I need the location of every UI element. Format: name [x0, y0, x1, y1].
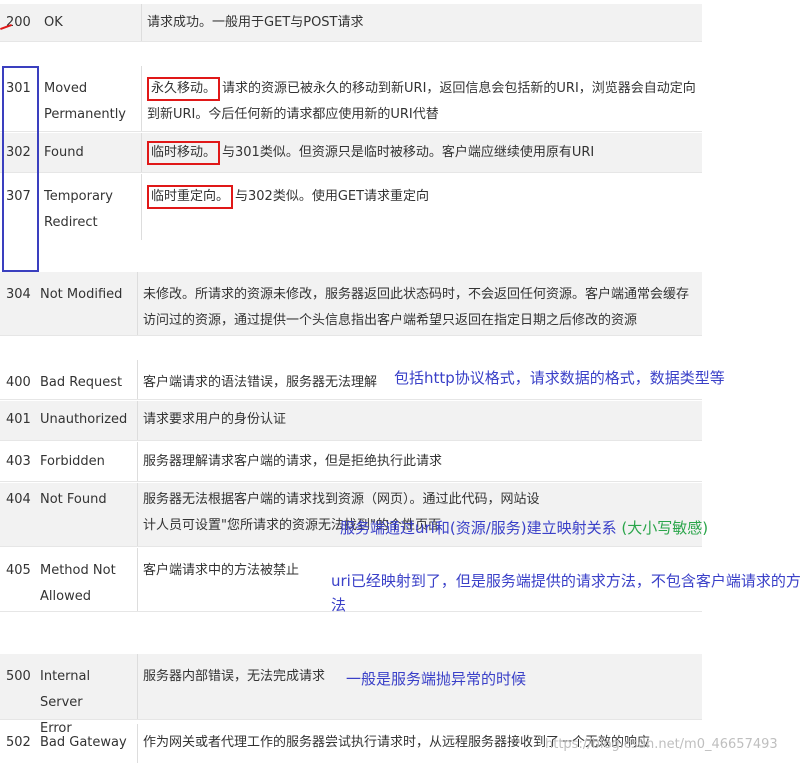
status-name: Not Modified [34, 272, 138, 335]
status-description: 临时重定向。 与302类似。使用GET请求重定向 [142, 174, 702, 240]
status-description: 请求要求用户的身份认证 [143, 412, 287, 427]
status-description: 永久移动。 请求的资源已被永久的移动到新URI，返回信息会包括新的URI，浏览器会… [142, 66, 702, 131]
highlight-box: 永久移动。 [147, 77, 221, 101]
status-code: 403 [6, 454, 31, 469]
status-description: 临时移动。 与301类似。但资源只是临时被移动。客户端应继续使用原有URI [142, 133, 702, 172]
status-code: 500 [6, 669, 31, 684]
status-name: Moved Permanently [38, 66, 142, 131]
redirect-group-box [2, 66, 39, 272]
table-row: 401 Unauthorized 请求要求用户的身份认证 [0, 401, 702, 441]
highlight-box: 临时重定向。 [147, 185, 234, 209]
annotation-400: 包括http协议格式，请求数据的格式，数据类型等 [394, 369, 725, 387]
status-name: Bad Request [34, 360, 138, 399]
status-code: 404 [6, 492, 31, 507]
table-row: 304 Not Modified 未修改。所请求的资源未修改，服务器返回此状态码… [0, 272, 702, 336]
watermark: https://blog.csdn.net/m0_46657493 [545, 737, 778, 752]
annotation-404-text: 服务端通过uri和(资源/服务)建立映射关系 [340, 519, 617, 537]
annotation-405: uri已经映射到了，但是服务端提供的请求方法，不包含客户端请求的方法 [331, 572, 801, 614]
status-name: Method Not Allowed [34, 548, 138, 611]
status-code: 304 [6, 287, 31, 302]
table-row: 302 Found 临时移动。 与301类似。但资源只是临时被移动。客户端应继续使… [0, 133, 702, 173]
status-name: Unauthorized [34, 401, 138, 440]
status-name: Internal Server Error [34, 654, 138, 736]
status-name: Bad Gateway [34, 724, 138, 763]
annotation-404-green: (大小写敏感) [621, 519, 709, 537]
status-code: 400 [6, 375, 31, 390]
status-description: 未修改。所请求的资源未修改，服务器返回此状态码时，不会返回任何资源。客户端通常会… [143, 287, 690, 328]
status-code: 502 [6, 735, 31, 750]
status-name: Found [38, 133, 142, 172]
table-row: 301 Moved Permanently 永久移动。 请求的资源已被永久的移动到新… [0, 66, 702, 132]
status-name: Temporary Redirect [38, 174, 142, 240]
status-description: 服务器理解请求客户端的请求，但是拒绝执行此请求 [143, 454, 443, 469]
status-code: 405 [6, 563, 31, 578]
status-name: OK [38, 4, 142, 41]
annotation-404: 服务端通过uri和(资源/服务)建立映射关系 (大小写敏感) [340, 516, 708, 540]
status-name: Forbidden [34, 442, 138, 481]
status-code: 401 [6, 412, 31, 427]
status-code: 200 [6, 15, 31, 30]
status-name: Not Found [34, 483, 138, 546]
status-description: 请求成功。一般用于GET与POST请求 [147, 15, 364, 30]
table-row: 200 OK 请求成功。一般用于GET与POST请求 [0, 4, 702, 42]
table-row: 403 Forbidden 服务器理解请求客户端的请求，但是拒绝执行此请求 [0, 442, 702, 482]
annotation-500: 一般是服务端抛异常的时候 [346, 670, 527, 688]
highlight-box: 临时移动。 [147, 141, 221, 165]
table-row: 307 Temporary Redirect 临时重定向。 与302类似。使用GET… [0, 174, 702, 240]
